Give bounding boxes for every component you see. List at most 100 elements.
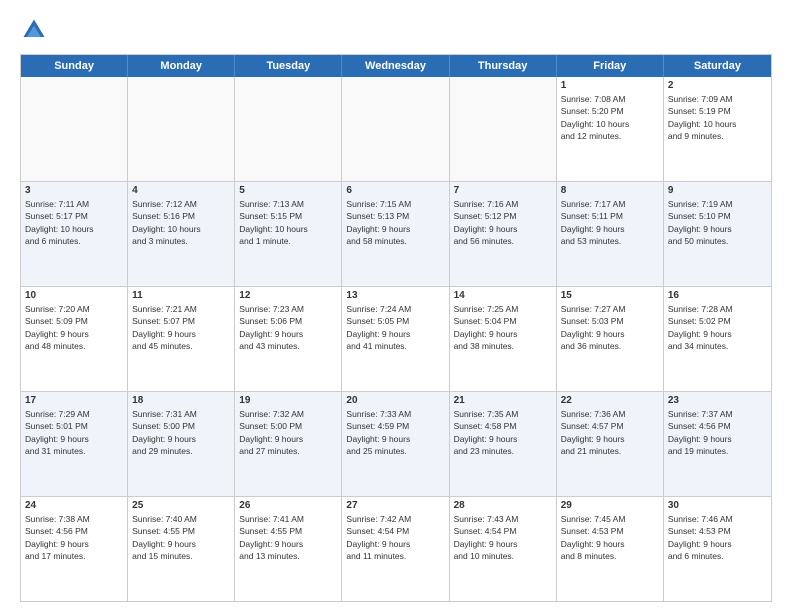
day-info: Sunrise: 7:29 AM Sunset: 5:01 PM Dayligh… [25, 408, 123, 457]
day-cell-29: 29 Sunrise: 7:45 AM Sunset: 4:53 PM Dayli… [557, 497, 664, 601]
day-cell-25: 25 Sunrise: 7:40 AM Sunset: 4:55 PM Dayli… [128, 497, 235, 601]
day-number: 14 [454, 290, 552, 301]
day-number: 23 [668, 395, 767, 406]
day-cell-17: 17Sunrise: 7:29 AM Sunset: 5:01 PM Dayli… [21, 392, 128, 496]
header-saturday: Saturday [664, 55, 771, 77]
day-info: Sunrise: 7:46 AM Sunset: 4:53 PM Dayligh… [668, 513, 767, 562]
day-cell-24: 24 Sunrise: 7:38 AM Sunset: 4:56 PM Dayli… [21, 497, 128, 601]
day-number: 20 [346, 395, 444, 406]
day-number: 12 [239, 290, 337, 301]
calendar-body: 1 Sunrise: 7:08 AM Sunset: 5:20 PM Daylig… [21, 77, 771, 601]
logo [20, 16, 52, 44]
day-info: Sunrise: 7:31 AM Sunset: 5:00 PM Dayligh… [132, 408, 230, 457]
day-info: Sunrise: 7:27 AM Sunset: 5:03 PM Dayligh… [561, 303, 659, 352]
day-cell-4: 4 Sunrise: 7:12 AM Sunset: 5:16 PM Daylig… [128, 182, 235, 286]
day-cell-23: 23 Sunrise: 7:37 AM Sunset: 4:56 PM Dayli… [664, 392, 771, 496]
day-info: Sunrise: 7:32 AM Sunset: 5:00 PM Dayligh… [239, 408, 337, 457]
day-cell-16: 16Sunrise: 7:28 AM Sunset: 5:02 PM Dayli… [664, 287, 771, 391]
day-info: Sunrise: 7:17 AM Sunset: 5:11 PM Dayligh… [561, 198, 659, 247]
day-cell-18: 18 Sunrise: 7:31 AM Sunset: 5:00 PM Dayli… [128, 392, 235, 496]
calendar: SundayMondayTuesdayWednesdayThursdayFrid… [20, 54, 772, 602]
week-row-2: 3Sunrise: 7:11 AM Sunset: 5:17 PM Daylig… [21, 181, 771, 286]
empty-cell [342, 77, 449, 181]
day-cell-8: 8 Sunrise: 7:17 AM Sunset: 5:11 PM Daylig… [557, 182, 664, 286]
header-wednesday: Wednesday [342, 55, 449, 77]
day-number: 13 [346, 290, 444, 301]
day-info: Sunrise: 7:37 AM Sunset: 4:56 PM Dayligh… [668, 408, 767, 457]
day-info: Sunrise: 7:42 AM Sunset: 4:54 PM Dayligh… [346, 513, 444, 562]
day-number: 8 [561, 185, 659, 196]
day-info: Sunrise: 7:43 AM Sunset: 4:54 PM Dayligh… [454, 513, 552, 562]
day-cell-20: 20 Sunrise: 7:33 AM Sunset: 4:59 PM Dayli… [342, 392, 449, 496]
day-number: 28 [454, 500, 552, 511]
day-info: Sunrise: 7:41 AM Sunset: 4:55 PM Dayligh… [239, 513, 337, 562]
day-cell-7: 7 Sunrise: 7:16 AM Sunset: 5:12 PM Daylig… [450, 182, 557, 286]
day-number: 30 [668, 500, 767, 511]
day-number: 4 [132, 185, 230, 196]
day-cell-13: 13 Sunrise: 7:24 AM Sunset: 5:05 PM Dayli… [342, 287, 449, 391]
day-number: 10 [25, 290, 123, 301]
day-number: 25 [132, 500, 230, 511]
empty-cell [235, 77, 342, 181]
header-friday: Friday [557, 55, 664, 77]
day-cell-26: 26 Sunrise: 7:41 AM Sunset: 4:55 PM Dayli… [235, 497, 342, 601]
day-cell-1: 1 Sunrise: 7:08 AM Sunset: 5:20 PM Daylig… [557, 77, 664, 181]
empty-cell [128, 77, 235, 181]
empty-cell [450, 77, 557, 181]
day-info: Sunrise: 7:20 AM Sunset: 5:09 PM Dayligh… [25, 303, 123, 352]
day-cell-27: 27 Sunrise: 7:42 AM Sunset: 4:54 PM Dayli… [342, 497, 449, 601]
day-info: Sunrise: 7:25 AM Sunset: 5:04 PM Dayligh… [454, 303, 552, 352]
week-row-1: 1 Sunrise: 7:08 AM Sunset: 5:20 PM Daylig… [21, 77, 771, 181]
day-number: 15 [561, 290, 659, 301]
header [20, 16, 772, 44]
day-info: Sunrise: 7:45 AM Sunset: 4:53 PM Dayligh… [561, 513, 659, 562]
header-tuesday: Tuesday [235, 55, 342, 77]
day-number: 16 [668, 290, 767, 301]
day-cell-28: 28 Sunrise: 7:43 AM Sunset: 4:54 PM Dayli… [450, 497, 557, 601]
week-row-5: 24 Sunrise: 7:38 AM Sunset: 4:56 PM Dayli… [21, 496, 771, 601]
day-info: Sunrise: 7:16 AM Sunset: 5:12 PM Dayligh… [454, 198, 552, 247]
day-cell-15: 15 Sunrise: 7:27 AM Sunset: 5:03 PM Dayli… [557, 287, 664, 391]
day-info: Sunrise: 7:08 AM Sunset: 5:20 PM Dayligh… [561, 93, 659, 142]
day-info: Sunrise: 7:12 AM Sunset: 5:16 PM Dayligh… [132, 198, 230, 247]
day-info: Sunrise: 7:21 AM Sunset: 5:07 PM Dayligh… [132, 303, 230, 352]
week-row-4: 17Sunrise: 7:29 AM Sunset: 5:01 PM Dayli… [21, 391, 771, 496]
day-cell-30: 30 Sunrise: 7:46 AM Sunset: 4:53 PM Dayli… [664, 497, 771, 601]
day-cell-9: 9 Sunrise: 7:19 AM Sunset: 5:10 PM Daylig… [664, 182, 771, 286]
day-number: 18 [132, 395, 230, 406]
day-number: 22 [561, 395, 659, 406]
header-sunday: Sunday [21, 55, 128, 77]
day-info: Sunrise: 7:15 AM Sunset: 5:13 PM Dayligh… [346, 198, 444, 247]
day-info: Sunrise: 7:38 AM Sunset: 4:56 PM Dayligh… [25, 513, 123, 562]
day-number: 27 [346, 500, 444, 511]
day-info: Sunrise: 7:33 AM Sunset: 4:59 PM Dayligh… [346, 408, 444, 457]
day-cell-11: 11Sunrise: 7:21 AM Sunset: 5:07 PM Dayli… [128, 287, 235, 391]
day-cell-21: 21Sunrise: 7:35 AM Sunset: 4:58 PM Dayli… [450, 392, 557, 496]
day-number: 26 [239, 500, 337, 511]
day-info: Sunrise: 7:11 AM Sunset: 5:17 PM Dayligh… [25, 198, 123, 247]
day-number: 24 [25, 500, 123, 511]
day-number: 19 [239, 395, 337, 406]
day-info: Sunrise: 7:40 AM Sunset: 4:55 PM Dayligh… [132, 513, 230, 562]
day-cell-6: 6 Sunrise: 7:15 AM Sunset: 5:13 PM Daylig… [342, 182, 449, 286]
day-cell-22: 22 Sunrise: 7:36 AM Sunset: 4:57 PM Dayli… [557, 392, 664, 496]
page: SundayMondayTuesdayWednesdayThursdayFrid… [0, 0, 792, 612]
day-info: Sunrise: 7:24 AM Sunset: 5:05 PM Dayligh… [346, 303, 444, 352]
header-monday: Monday [128, 55, 235, 77]
day-cell-10: 10 Sunrise: 7:20 AM Sunset: 5:09 PM Dayli… [21, 287, 128, 391]
day-cell-19: 19 Sunrise: 7:32 AM Sunset: 5:00 PM Dayli… [235, 392, 342, 496]
day-number: 6 [346, 185, 444, 196]
day-number: 7 [454, 185, 552, 196]
day-number: 1 [561, 80, 659, 91]
day-number: 9 [668, 185, 767, 196]
day-number: 5 [239, 185, 337, 196]
day-info: Sunrise: 7:19 AM Sunset: 5:10 PM Dayligh… [668, 198, 767, 247]
day-info: Sunrise: 7:36 AM Sunset: 4:57 PM Dayligh… [561, 408, 659, 457]
logo-icon [20, 16, 48, 44]
day-cell-12: 12 Sunrise: 7:23 AM Sunset: 5:06 PM Dayli… [235, 287, 342, 391]
day-cell-14: 14 Sunrise: 7:25 AM Sunset: 5:04 PM Dayli… [450, 287, 557, 391]
day-number: 21 [454, 395, 552, 406]
header-thursday: Thursday [450, 55, 557, 77]
day-info: Sunrise: 7:23 AM Sunset: 5:06 PM Dayligh… [239, 303, 337, 352]
day-number: 29 [561, 500, 659, 511]
